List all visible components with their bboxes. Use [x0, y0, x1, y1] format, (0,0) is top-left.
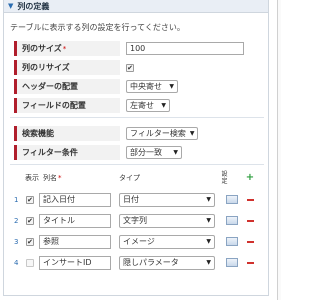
column-definition-panel: ▼ 列の定義 テーブルに表示する列の設定を行ってください。 列のサイズ * 10…: [3, 0, 269, 296]
dropdown-arrow-icon: ▼: [206, 238, 211, 245]
table-row: 2 ✔ タイトル 文字列 ▼: [14, 210, 264, 231]
prop-label: 列のリサイズ: [14, 60, 120, 75]
divider: [10, 164, 264, 165]
dropdown-arrow-icon: ▼: [169, 83, 174, 90]
remove-row-icon[interactable]: [246, 198, 254, 201]
header-type: タイプ: [119, 174, 140, 182]
table-row: 1 ✔ 記入日付 日付 ▼: [14, 189, 264, 210]
settings-icon[interactable]: [226, 195, 238, 204]
column-name-input[interactable]: 記入日付: [39, 192, 111, 207]
field-align-select[interactable]: 左寄せ ▼: [126, 99, 170, 112]
show-checkbox[interactable]: ✔: [26, 216, 34, 225]
remove-row-icon[interactable]: [246, 261, 254, 264]
column-type-select[interactable]: 隠しパラメータ ▼: [119, 255, 215, 270]
prop-col-resize: 列のリサイズ ✔: [14, 58, 256, 77]
table-row: 4 インサートID 隠しパラメータ ▼: [14, 252, 264, 273]
col-resize-checkbox[interactable]: ✔: [126, 63, 134, 72]
column-name-input[interactable]: 参照: [39, 234, 111, 249]
remove-row-icon[interactable]: [246, 219, 254, 222]
header-show: 表示: [25, 174, 39, 182]
column-properties: 列のサイズ * 100 列のリサイズ ✔ ヘッダーの配置 中央寄せ ▼ フィールド…: [14, 39, 256, 115]
required-mark: *: [62, 44, 67, 53]
dropdown-arrow-icon: ▼: [206, 217, 211, 224]
show-checkbox[interactable]: [26, 258, 34, 267]
dropdown-arrow-icon: ▼: [161, 102, 166, 109]
prop-search: 検索機能 フィルター検索 ▼: [14, 124, 256, 143]
prop-label: ヘッダーの配置: [14, 79, 120, 94]
show-checkbox[interactable]: ✔: [26, 237, 34, 246]
section-title: 列の定義: [17, 1, 50, 11]
dropdown-arrow-icon: ▼: [189, 130, 195, 137]
section-header[interactable]: ▼ 列の定義: [4, 0, 268, 13]
collapse-caret-icon[interactable]: ▼: [8, 2, 13, 10]
remove-row-icon[interactable]: [246, 240, 254, 243]
header-name: 列名*: [43, 174, 62, 182]
column-name-input[interactable]: インサートID: [39, 255, 111, 270]
prop-col-size: 列のサイズ * 100: [14, 39, 256, 58]
dropdown-arrow-icon: ▼: [173, 149, 178, 156]
prop-field-align: フィールドの配置 左寄せ ▼: [14, 96, 256, 115]
search-function-select[interactable]: フィルター検索 ▼: [126, 127, 198, 140]
prop-filter: フィルター条件 部分一致 ▼: [14, 143, 256, 162]
col-size-input[interactable]: 100: [126, 42, 244, 55]
prop-label: 検索機能: [14, 126, 120, 141]
section-description: テーブルに表示する列の設定を行ってください。: [10, 23, 185, 32]
settings-icon[interactable]: [226, 258, 238, 267]
column-type-select[interactable]: 文字列 ▼: [119, 213, 215, 228]
header-setting: 設定: [221, 171, 228, 185]
show-checkbox[interactable]: ✔: [26, 195, 34, 204]
settings-icon[interactable]: [226, 237, 238, 246]
prop-label: フィールドの配置: [14, 98, 120, 113]
dropdown-arrow-icon: ▼: [206, 259, 211, 266]
column-type-select[interactable]: イメージ ▼: [119, 234, 215, 249]
header-align-select[interactable]: 中央寄せ ▼: [126, 80, 178, 93]
column-type-select[interactable]: 日付 ▼: [119, 192, 215, 207]
prop-label: フィルター条件: [14, 145, 120, 160]
filter-condition-select[interactable]: 部分一致 ▼: [126, 146, 182, 159]
table-row: 3 ✔ 参照 イメージ ▼: [14, 231, 264, 252]
vertical-scrollbar[interactable]: [277, 0, 281, 300]
search-properties: 検索機能 フィルター検索 ▼ フィルター条件 部分一致 ▼: [14, 124, 256, 162]
table-header: 表示 列名* タイプ 設定 +: [14, 167, 264, 189]
divider: [10, 117, 264, 118]
column-name-input[interactable]: タイトル: [39, 213, 111, 228]
columns-table: 表示 列名* タイプ 設定 + 1 ✔ 記入日付 日付 ▼ 2 ✔ タイトル 文字…: [14, 167, 264, 273]
settings-icon[interactable]: [226, 216, 238, 225]
prop-label: 列のサイズ *: [14, 41, 120, 56]
prop-header-align: ヘッダーの配置 中央寄せ ▼: [14, 77, 256, 96]
dropdown-arrow-icon: ▼: [206, 196, 211, 203]
add-row-icon[interactable]: +: [246, 173, 254, 183]
